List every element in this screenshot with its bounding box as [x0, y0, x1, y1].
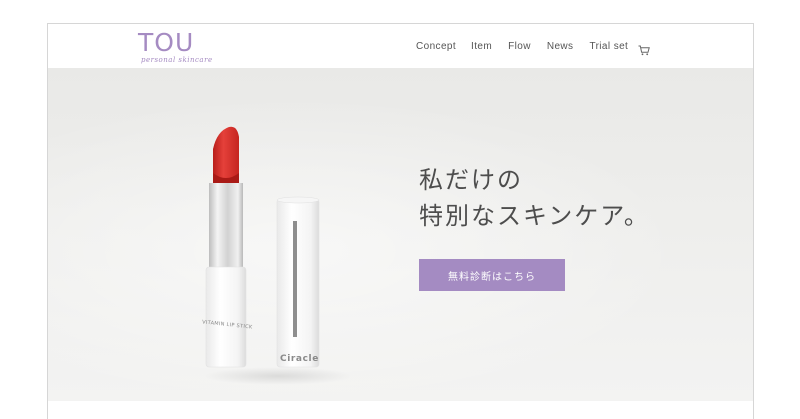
free-diagnosis-button[interactable]: 無料診断はこちら	[419, 259, 565, 291]
product-shadow	[203, 367, 353, 385]
hero-background	[48, 68, 753, 401]
site-header: TOU personal skincare Concept Item Flow …	[48, 24, 753, 68]
hero-section: VITAMIN LIP STICK Ciracle 私だけの 特別なスキンケア。…	[48, 68, 753, 401]
product-image: VITAMIN LIP STICK Ciracle	[193, 123, 353, 385]
headline-line-2: 特別なスキンケア。	[419, 202, 650, 230]
nav-item-item[interactable]: Item	[471, 41, 492, 52]
page-frame: TOU personal skincare Concept Item Flow …	[47, 23, 754, 419]
headline-line-1: 私だけの	[419, 166, 523, 194]
brand-logo[interactable]: TOU personal skincare	[138, 28, 212, 68]
nav-item-flow[interactable]: Flow	[508, 41, 531, 52]
nav-item-trial-set[interactable]: Trial set	[589, 41, 628, 52]
cart-icon[interactable]	[638, 41, 651, 55]
cap-brand-label: Ciracle	[280, 354, 319, 364]
main-nav: Concept Item Flow News Trial set	[416, 37, 651, 55]
next-section	[48, 401, 753, 419]
brand-tagline: personal skincare	[141, 56, 213, 64]
lipstick-illustration	[205, 126, 320, 368]
nav-item-news[interactable]: News	[547, 41, 574, 52]
nav-item-concept[interactable]: Concept	[416, 41, 456, 52]
hero-headline: 私だけの 特別なスキンケア。	[419, 162, 650, 234]
brand-name: TOU	[138, 28, 195, 57]
